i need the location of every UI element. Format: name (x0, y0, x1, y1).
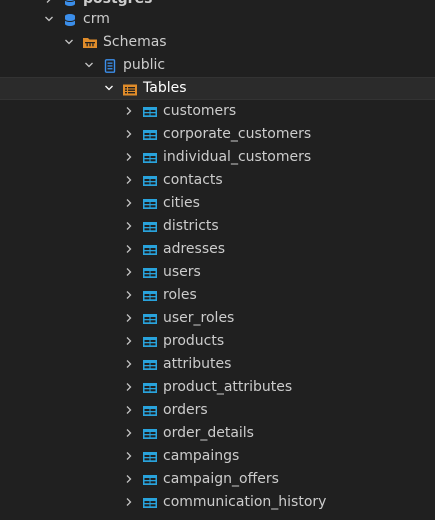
chevron-right-icon[interactable] (124, 152, 134, 162)
tree-node-table[interactable]: roles (0, 284, 435, 307)
tree-node-folder-partial[interactable] (0, 514, 435, 520)
tree-node-label: orders (163, 402, 208, 418)
tree-node-table[interactable]: districts (0, 215, 435, 238)
table-icon (142, 197, 158, 211)
chevron-right-icon[interactable] (124, 290, 134, 300)
chevron-right-icon[interactable] (124, 313, 134, 323)
tree-node-table[interactable]: cities (0, 192, 435, 215)
chevron-right-icon[interactable] (124, 221, 134, 231)
tree-node-table[interactable]: attributes (0, 353, 435, 376)
chevron-right-icon[interactable] (124, 244, 134, 254)
schema-icon (103, 59, 119, 73)
tree-node-label: attributes (163, 356, 232, 372)
folder-schema-icon (82, 36, 98, 50)
tree-node-label: corporate_customers (163, 126, 312, 142)
chevron-down-icon[interactable] (84, 60, 94, 70)
tree-node-table[interactable]: adresses (0, 238, 435, 261)
database-icon (63, 13, 79, 27)
table-icon (142, 312, 158, 326)
tree-node-label: cities (163, 195, 200, 211)
tree-node-table[interactable]: user_roles (0, 307, 435, 330)
chevron-down-icon[interactable] (104, 83, 114, 93)
table-icon (142, 427, 158, 441)
tree-node-label: public (123, 57, 166, 73)
tree-node-table[interactable]: contacts (0, 169, 435, 192)
tree-node-table[interactable]: campaings (0, 445, 435, 468)
chevron-right-icon[interactable] (124, 405, 134, 415)
table-icon (142, 243, 158, 257)
chevron-right-icon[interactable] (124, 359, 134, 369)
tree-node-crm[interactable]: crm (0, 8, 435, 31)
tree-node-label: districts (163, 218, 219, 234)
table-icon (142, 128, 158, 142)
tree-node-table[interactable]: campaign_offers (0, 468, 435, 491)
table-icon (142, 220, 158, 234)
tree-node-label: order_details (163, 425, 254, 441)
tree-node-label: campaings (163, 448, 240, 464)
chevron-right-icon[interactable] (44, 0, 54, 4)
chevron-right-icon[interactable] (124, 336, 134, 346)
tables-folder-icon (122, 83, 138, 97)
tree-node-label: Schemas (103, 34, 167, 50)
table-icon (142, 381, 158, 395)
chevron-right-icon[interactable] (124, 428, 134, 438)
tree-node-schemas[interactable]: Schemas (0, 31, 435, 54)
tree-node-label: customers (163, 103, 237, 119)
tree-node-table[interactable]: product_attributes (0, 376, 435, 399)
tree-node-label: product_attributes (163, 379, 293, 395)
tree-node-public[interactable]: public (0, 54, 435, 77)
table-icon (142, 496, 158, 510)
tree-node-table[interactable]: corporate_customers (0, 123, 435, 146)
tree-node-table[interactable]: individual_customers (0, 146, 435, 169)
chevron-right-icon[interactable] (124, 382, 134, 392)
tree-node-table[interactable]: communication_history (0, 491, 435, 514)
database-explorer-tree: postgres crm Schem (0, 0, 435, 520)
tree-node-table[interactable]: orders (0, 399, 435, 422)
tree-node-label: roles (163, 287, 197, 303)
tree-node-label: adresses (163, 241, 226, 257)
tree-node-label: individual_customers (163, 149, 312, 165)
tree-node-label: communication_history (163, 494, 327, 510)
table-icon (142, 358, 158, 372)
database-icon (63, 0, 79, 7)
chevron-down-icon[interactable] (44, 14, 54, 24)
tree-node-label: campaign_offers (163, 471, 279, 487)
table-icon (142, 266, 158, 280)
table-icon (142, 289, 158, 303)
table-icon (142, 473, 158, 487)
table-icon (142, 335, 158, 349)
tree-node-label: products (163, 333, 225, 349)
tree-node-table[interactable]: order_details (0, 422, 435, 445)
chevron-right-icon[interactable] (124, 267, 134, 277)
table-icon (142, 450, 158, 464)
chevron-right-icon[interactable] (124, 474, 134, 484)
tree-node-tables[interactable]: Tables (0, 77, 435, 100)
tree-node-label: users (163, 264, 201, 280)
chevron-right-icon[interactable] (124, 451, 134, 461)
table-icon (142, 174, 158, 188)
tree-node-table[interactable]: customers (0, 100, 435, 123)
chevron-right-icon[interactable] (124, 497, 134, 507)
table-icon (142, 151, 158, 165)
tree-node-label: contacts (163, 172, 223, 188)
chevron-right-icon[interactable] (124, 175, 134, 185)
table-icon (142, 105, 158, 119)
chevron-right-icon[interactable] (124, 129, 134, 139)
tree-node-table[interactable]: products (0, 330, 435, 353)
tree-node-table[interactable]: users (0, 261, 435, 284)
table-icon (142, 404, 158, 418)
chevron-right-icon[interactable] (124, 198, 134, 208)
tree-node-label: user_roles (163, 310, 235, 326)
chevron-down-icon[interactable] (64, 37, 74, 47)
chevron-right-icon[interactable] (124, 106, 134, 116)
tree-node-label: crm (83, 11, 110, 27)
tree-node-label: Tables (143, 80, 187, 96)
